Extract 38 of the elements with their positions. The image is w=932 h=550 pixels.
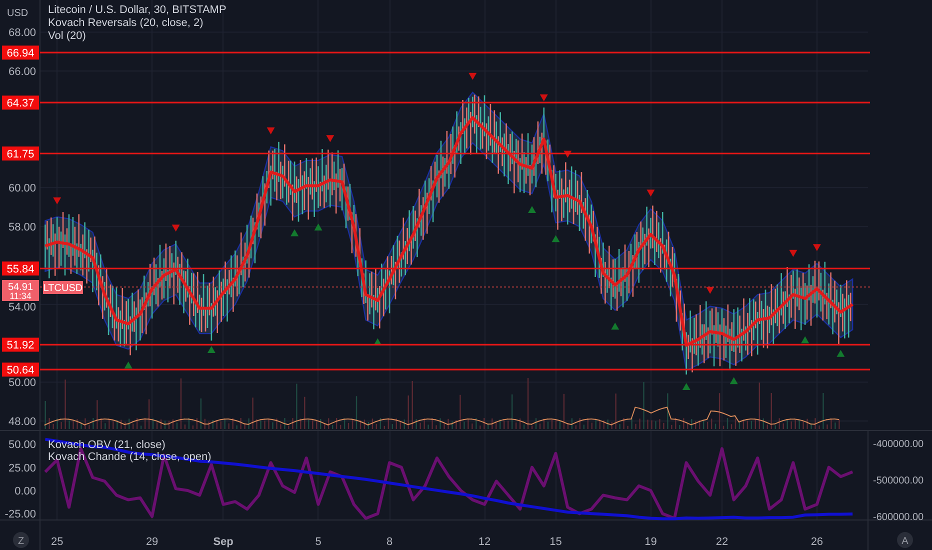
indicator-axis-label: 50.00 <box>8 439 36 452</box>
price-level-tag: 50.64 <box>2 362 39 377</box>
price-axis-label: 58.00 <box>8 222 36 234</box>
indicator-axis-label: -25.00 <box>4 508 36 521</box>
date-axis-label: 25 <box>50 536 64 548</box>
date-axis-label: 19 <box>644 536 657 548</box>
date-axis-label: 12 <box>478 536 491 548</box>
price-axis-label: 54.00 <box>8 301 36 314</box>
date-axis-label: 5 <box>315 536 322 548</box>
price-level-tag: 66.94 <box>2 46 39 60</box>
date-axis-label: Sep <box>213 536 234 548</box>
price-axis-label: 60.00 <box>8 182 36 195</box>
indicator-axis-label: -400000.00 <box>873 438 924 450</box>
date-axis-label: 15 <box>550 536 562 548</box>
price-level-tag: 51.92 <box>2 338 39 352</box>
indicator-axis-label: 25.00 <box>8 462 36 474</box>
legend-text: Kovach Reversals (20, close, 2) <box>48 17 204 29</box>
date-axis-label: 29 <box>146 536 158 548</box>
indicator-axis-label: 0.00 <box>14 486 36 498</box>
indicator-axis-label: -600000.00 <box>873 512 924 523</box>
price-level-tag: 64.37 <box>2 96 39 110</box>
indicator-axis-label: -500000.00 <box>873 475 924 486</box>
price-level-tag: 61.75 <box>2 146 39 160</box>
date-axis-label: 22 <box>716 536 728 548</box>
legend-text: Litecoin / U.S. Dollar, 30, BITSTAMP <box>48 4 226 16</box>
price-axis-label: 48.00 <box>8 416 36 428</box>
countdown-label: 11:34 <box>10 291 32 301</box>
currency-label: USD <box>7 8 28 19</box>
price-axis-label: 50.00 <box>8 377 36 390</box>
legend-text: Vol (20) <box>48 30 86 42</box>
price-axis-label: 68.00 <box>8 27 36 40</box>
price-axis-label: 66.00 <box>8 66 36 78</box>
symbol-tag: LTCUSD <box>43 281 83 294</box>
date-axis-label: 26 <box>810 536 824 548</box>
date-axis-label: 8 <box>386 536 393 548</box>
price-level-tag: 55.84 <box>2 262 39 276</box>
scale-toggle-button[interactable]: Z <box>13 532 29 548</box>
auto-scale-button[interactable]: A <box>897 532 913 548</box>
